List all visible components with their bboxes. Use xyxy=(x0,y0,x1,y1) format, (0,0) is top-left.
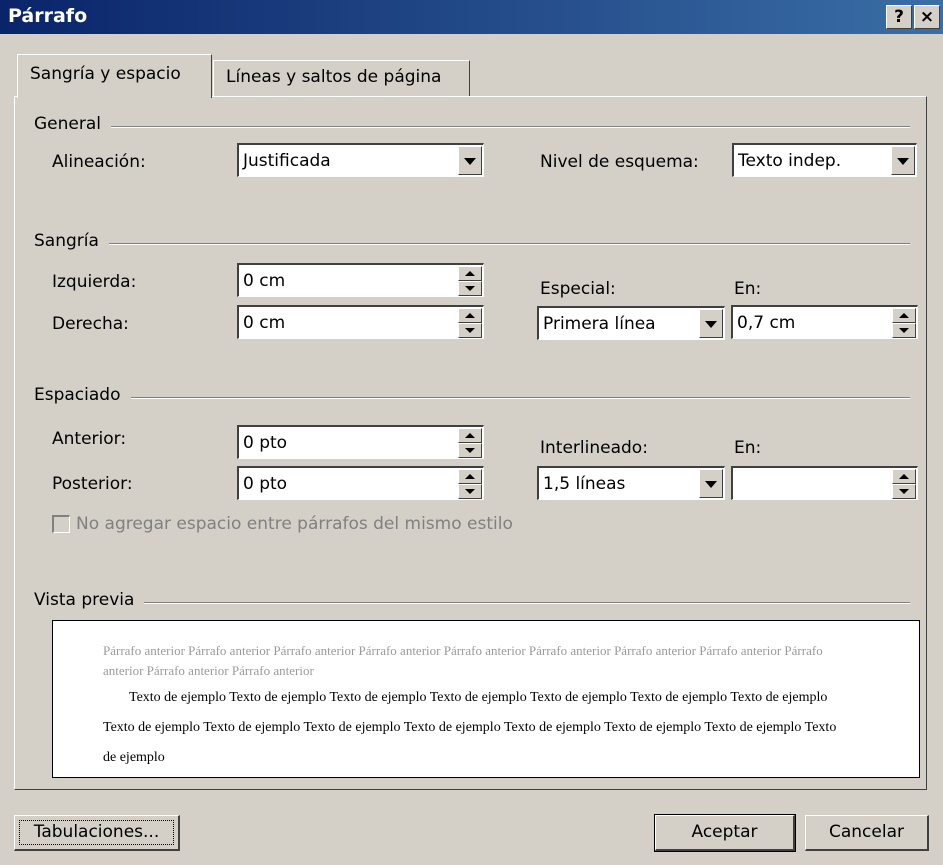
derecha-label: Derecha: xyxy=(52,314,129,334)
chevron-down-icon[interactable] xyxy=(699,309,723,338)
interlineado-value: 1,5 líneas xyxy=(543,474,626,494)
sangria-en-label: En: xyxy=(734,279,762,299)
sangria-group-label: Sangría xyxy=(34,231,109,251)
preview-box: Párrafo anterior Párrafo anterior Párraf… xyxy=(52,620,920,778)
izquierda-spinner[interactable] xyxy=(458,266,482,296)
alineacion-select[interactable]: Justificada xyxy=(237,143,484,177)
posterior-input[interactable]: 0 pto xyxy=(237,466,484,500)
no-agregar-espacio-label: No agregar espacio entre párrafos del mi… xyxy=(76,514,513,534)
sangria-en-value: 0,7 cm xyxy=(737,313,796,333)
chevron-down-icon[interactable] xyxy=(891,146,915,175)
nivel-esquema-value: Texto indep. xyxy=(738,151,842,171)
espaciado-en-input[interactable] xyxy=(731,466,918,500)
spin-down-icon[interactable] xyxy=(458,281,482,296)
tab-sangria-espacio[interactable]: Sangría y espacio xyxy=(17,54,212,98)
derecha-spinner[interactable] xyxy=(458,308,482,338)
spin-up-icon[interactable] xyxy=(892,308,916,323)
aceptar-button[interactable]: Aceptar xyxy=(654,814,796,852)
anterior-spinner[interactable] xyxy=(458,428,482,458)
posterior-spinner[interactable] xyxy=(458,469,482,499)
general-separator xyxy=(34,126,910,128)
izquierda-input[interactable]: 0 cm xyxy=(237,263,484,297)
spin-up-icon[interactable] xyxy=(458,428,482,443)
preview-separator xyxy=(34,602,910,604)
spin-up-icon[interactable] xyxy=(458,266,482,281)
preview-group-label: Vista previa xyxy=(34,590,145,610)
spin-down-icon[interactable] xyxy=(458,323,482,338)
chevron-down-icon[interactable] xyxy=(699,469,723,498)
no-agregar-espacio-checkbox[interactable] xyxy=(52,515,70,533)
tab-lineas-saltos[interactable]: Líneas y saltos de página xyxy=(213,60,470,97)
sangria-separator xyxy=(34,243,910,245)
sangria-en-input[interactable]: 0,7 cm xyxy=(731,305,918,339)
espaciado-en-label: En: xyxy=(734,438,762,458)
alineacion-label: Alineación: xyxy=(52,152,146,172)
derecha-value: 0 cm xyxy=(243,313,286,333)
derecha-input[interactable]: 0 cm xyxy=(237,305,484,339)
anterior-value: 0 pto xyxy=(243,433,288,453)
especial-label: Especial: xyxy=(540,279,616,299)
close-icon: × xyxy=(919,7,935,27)
alineacion-value: Justificada xyxy=(243,151,331,171)
espaciado-group-label: Espaciado xyxy=(34,385,131,405)
preview-previous-paragraph: Párrafo anterior Párrafo anterior Párraf… xyxy=(103,643,823,678)
spin-down-icon[interactable] xyxy=(458,484,482,499)
tab-label: Líneas y saltos de página xyxy=(226,67,442,87)
spin-up-icon[interactable] xyxy=(458,308,482,323)
preview-sample-paragraph: Texto de ejemplo Texto de ejemplo Texto … xyxy=(103,690,837,765)
spin-up-icon[interactable] xyxy=(892,469,916,484)
posterior-value: 0 pto xyxy=(243,474,288,494)
espaciado-separator xyxy=(34,397,910,399)
posterior-label: Posterior: xyxy=(52,474,133,494)
izquierda-label: Izquierda: xyxy=(52,272,137,292)
sangria-en-spinner[interactable] xyxy=(892,308,916,338)
tab-label: Sangría y espacio xyxy=(30,64,181,84)
spin-down-icon[interactable] xyxy=(892,323,916,338)
chevron-down-icon[interactable] xyxy=(458,146,482,175)
espaciado-en-spinner[interactable] xyxy=(892,469,916,499)
anterior-input[interactable]: 0 pto xyxy=(237,425,484,459)
izquierda-value: 0 cm xyxy=(243,271,286,291)
nivel-esquema-label: Nivel de esquema: xyxy=(540,152,699,172)
tabulaciones-button[interactable]: Tabulaciones... xyxy=(14,815,180,851)
title-bar[interactable]: Párrafo ? × xyxy=(0,0,943,34)
interlineado-select[interactable]: 1,5 líneas xyxy=(537,466,725,500)
help-icon: ? xyxy=(894,7,904,27)
close-button[interactable]: × xyxy=(914,5,940,29)
spin-down-icon[interactable] xyxy=(892,484,916,499)
interlineado-label: Interlineado: xyxy=(540,438,648,458)
spin-down-icon[interactable] xyxy=(458,443,482,458)
general-group-label: General xyxy=(34,114,111,134)
nivel-esquema-select[interactable]: Texto indep. xyxy=(732,143,917,177)
cancelar-button[interactable]: Cancelar xyxy=(805,815,929,851)
help-button[interactable]: ? xyxy=(886,5,912,29)
especial-select[interactable]: Primera línea xyxy=(537,306,725,340)
spin-up-icon[interactable] xyxy=(458,469,482,484)
window-title: Párrafo xyxy=(8,5,88,27)
anterior-label: Anterior: xyxy=(52,429,127,449)
especial-value: Primera línea xyxy=(543,314,656,334)
